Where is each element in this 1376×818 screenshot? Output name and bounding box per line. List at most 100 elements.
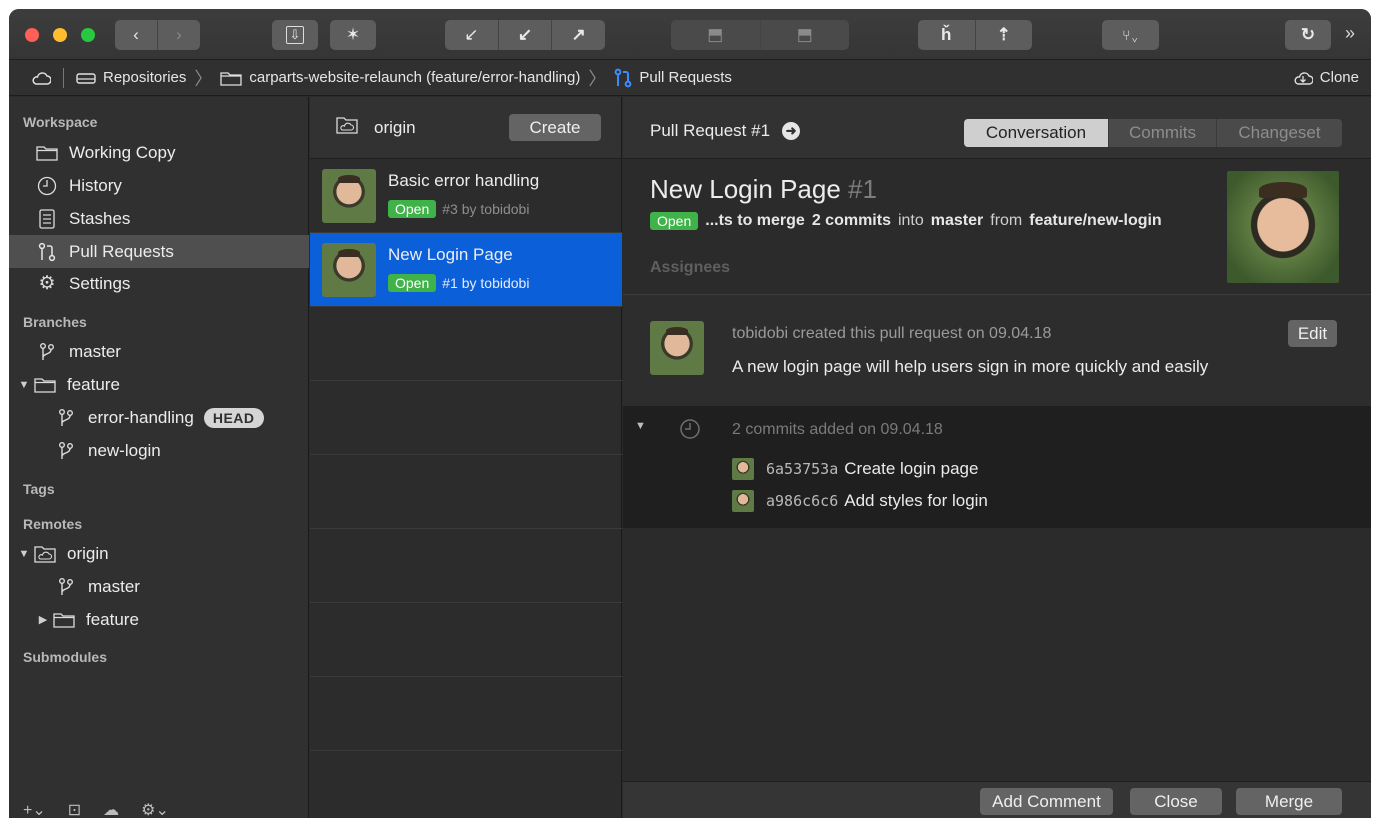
add-icon[interactable]: +⌄ (23, 800, 46, 818)
breadcrumb-pull-requests[interactable]: Pull Requests (614, 68, 732, 88)
sidebar-item-pull-requests[interactable]: Pull Requests (9, 235, 309, 268)
branch-item-error-handling[interactable]: error-handling HEAD (9, 401, 309, 434)
detail-tabs: Conversation Commits Changeset (964, 119, 1342, 147)
forward-button[interactable]: › (158, 20, 200, 50)
cloud-icon (32, 71, 51, 85)
commit-row[interactable]: 6a53753a Create login page (732, 458, 978, 480)
tag-button[interactable]: ⇡ (976, 20, 1033, 50)
edit-button[interactable]: Edit (1288, 320, 1337, 347)
close-pr-button[interactable]: Close (1130, 788, 1222, 815)
branch-folder-label: feature (86, 609, 139, 629)
merge-button[interactable]: Merge (1236, 788, 1342, 815)
forward-icon: › (176, 25, 182, 44)
pull-request-icon (35, 242, 59, 262)
toolbar-overflow-button[interactable]: » (1345, 23, 1355, 44)
remote-folder-feature[interactable]: ▶ feature (9, 603, 309, 636)
disclosure-collapsed-icon[interactable]: ▶ (36, 613, 50, 626)
breadcrumb-repo-label: carparts-website-relaunch (feature/error… (249, 69, 581, 86)
close-window-button[interactable] (25, 28, 39, 42)
rebase-toolbar-button[interactable]: ⬒ (761, 20, 850, 50)
avatar (732, 458, 754, 480)
merge-toolbar-button[interactable]: ⬒ (671, 20, 761, 50)
magic-group: ✶ (330, 20, 376, 50)
tab-commits[interactable]: Commits (1109, 119, 1217, 147)
disclosure-expanded-icon[interactable]: ▼ (17, 548, 31, 560)
pr-description: Open ...ts to merge 2 commits into maste… (650, 212, 1162, 230)
sync-group: ↙ ↙ ↗ (445, 20, 605, 50)
open-in-browser-icon[interactable]: ➜ (782, 122, 801, 140)
folder-icon (52, 612, 76, 628)
add-comment-button[interactable]: Add Comment (980, 788, 1113, 815)
tab-changeset[interactable]: Changeset (1217, 119, 1342, 147)
sidebar-item-stashes[interactable]: Stashes (9, 202, 309, 235)
pr-header-title: Pull Request #1 ➜ (650, 121, 801, 141)
stash-button[interactable]: ⇩ (272, 20, 318, 50)
remote-branch-master[interactable]: master (9, 570, 309, 603)
stash-list-icon (35, 208, 59, 229)
magic-button[interactable]: ✶ (330, 20, 376, 50)
refresh-button[interactable]: ↻ (1285, 20, 1331, 50)
sidebar: Workspace Working Copy History Stashes P… (9, 97, 309, 818)
breadcrumb-repositories[interactable]: Repositories (76, 69, 186, 86)
avatar (322, 243, 376, 297)
pull-request-detail: Pull Request #1 ➜ Conversation Commits C… (623, 97, 1371, 818)
cloud-button[interactable] (31, 71, 51, 85)
branch-label: master (69, 341, 121, 361)
branch-button[interactable]: ȟ (918, 20, 976, 50)
merge-group: ⬒ ⬒ (671, 20, 849, 50)
empty-row (310, 307, 622, 381)
pull-request-list: origin Create Basic error handling Open … (310, 97, 622, 818)
gear-icon: ⚙ (38, 273, 56, 294)
clock-icon (35, 176, 59, 196)
compare-button[interactable]: ⑂⌄ (1102, 20, 1159, 50)
section-header-tags: Tags (23, 481, 55, 497)
view-icon[interactable]: ⊡ (68, 800, 81, 818)
desc-commits: 2 commits (811, 212, 891, 229)
toolbar: ‹ › ⇩ ✶ ↙ ↙ ↗ ⬒ ⬒ ȟ ⇡ ⑂⌄ ↻ » (9, 9, 1371, 60)
status-badge: Open (388, 200, 437, 218)
sidebar-item-history[interactable]: History (9, 169, 309, 202)
breadcrumb-repo[interactable]: carparts-website-relaunch (feature/error… (220, 69, 580, 86)
breadcrumb-separator: 〉 (588, 68, 607, 89)
remote-icon[interactable]: ☁ (103, 800, 119, 818)
create-pr-button[interactable]: Create (509, 114, 601, 141)
branch-item-new-login[interactable]: new-login (9, 434, 309, 467)
cloud-download-icon (1294, 71, 1313, 85)
sidebar-item-settings[interactable]: ⚙ Settings (9, 267, 309, 300)
merge-icon: ⬒ (707, 25, 724, 44)
pr-list-item[interactable]: Basic error handling Open #3 by tobidobi (310, 159, 622, 233)
minimize-window-button[interactable] (53, 28, 67, 42)
pr-list-item-selected[interactable]: New Login Page Open #1 by tobidobi (310, 233, 622, 307)
compare-group: ⑂⌄ (1102, 20, 1159, 50)
sidebar-item-working-copy[interactable]: Working Copy (9, 136, 309, 169)
commit-row[interactable]: a986c6c6 Add styles for login (732, 490, 988, 512)
tab-conversation[interactable]: Conversation (964, 119, 1109, 147)
back-icon: ‹ (133, 25, 139, 44)
disclosure-expanded-icon[interactable]: ▼ (17, 379, 31, 391)
avatar (322, 169, 376, 223)
comment-meta: tobidobi created this pull request on 09… (732, 325, 1052, 342)
comment-body: A new login page will help users sign in… (732, 357, 1209, 376)
zoom-window-button[interactable] (81, 28, 95, 42)
empty-row (310, 381, 622, 455)
back-button[interactable]: ‹ (115, 20, 158, 50)
remote-folder-icon (33, 545, 57, 563)
compare-icon: ⑂⌄ (1122, 27, 1139, 43)
disclosure-expanded-icon[interactable]: ▼ (635, 420, 646, 432)
remote-item-origin[interactable]: ▼ origin (9, 537, 309, 570)
fetch-icon: ↙ (464, 25, 479, 44)
pull-button[interactable]: ↙ (499, 20, 553, 50)
stash-group: ⇩ (272, 20, 318, 50)
branch-item-master[interactable]: master (9, 335, 309, 368)
clone-button[interactable]: Clone (1293, 69, 1359, 86)
push-button[interactable]: ↗ (552, 20, 605, 50)
section-header-submodules: Submodules (23, 649, 108, 665)
remote-selector[interactable]: origin (374, 118, 416, 138)
branch-folder-feature[interactable]: ▼ feature (9, 368, 309, 401)
gear-icon[interactable]: ⚙⌄ (141, 800, 169, 818)
fetch-button[interactable]: ↙ (445, 20, 499, 50)
remote-label: origin (67, 543, 109, 563)
assignees-label: Assignees (650, 259, 731, 276)
sidebar-item-label: Working Copy (69, 142, 176, 162)
clock-icon (679, 418, 701, 445)
